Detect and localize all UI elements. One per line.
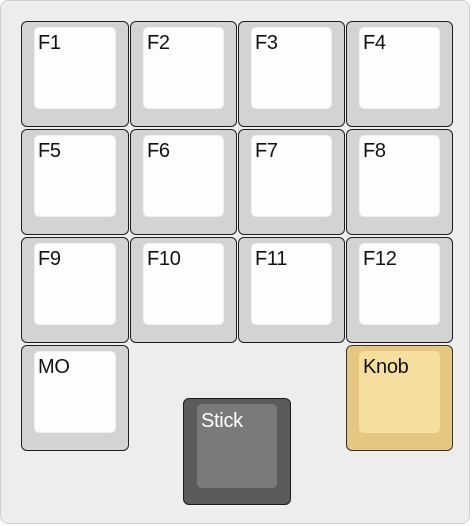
key-f10[interactable]: F10 [130, 237, 237, 343]
key-f6[interactable]: F6 [130, 129, 237, 235]
key-label: F4 [363, 32, 386, 54]
key-label: F11 [255, 248, 288, 270]
key-label: F9 [38, 248, 61, 270]
key-f3[interactable]: F3 [238, 21, 345, 127]
key-label: Stick [201, 410, 243, 432]
key-label: F3 [255, 32, 278, 54]
key-label: F7 [255, 140, 278, 162]
key-f2[interactable]: F2 [130, 21, 237, 127]
keypad-layout: F1 F2 F3 F4 F5 F6 F7 F8 F9 F10 F11 F12 M… [0, 0, 470, 524]
key-f9[interactable]: F9 [21, 237, 129, 343]
key-label: F12 [363, 248, 397, 270]
key-knob[interactable]: Knob [346, 345, 453, 451]
key-f11[interactable]: F11 [238, 237, 345, 343]
key-label: F6 [147, 140, 170, 162]
key-label: F1 [38, 32, 61, 54]
key-f12[interactable]: F12 [346, 237, 453, 343]
key-f8[interactable]: F8 [346, 129, 453, 235]
key-label: Knob [363, 356, 409, 378]
key-label: F10 [147, 248, 181, 270]
key-label: F5 [38, 140, 61, 162]
key-label: F8 [363, 140, 386, 162]
key-f7[interactable]: F7 [238, 129, 345, 235]
key-label: F2 [147, 32, 170, 54]
key-stick[interactable]: Stick [183, 398, 291, 505]
key-label: MO [38, 356, 70, 378]
key-f1[interactable]: F1 [21, 21, 129, 127]
key-f5[interactable]: F5 [21, 129, 129, 235]
key-f4[interactable]: F4 [346, 21, 453, 127]
key-mo[interactable]: MO [21, 345, 129, 451]
